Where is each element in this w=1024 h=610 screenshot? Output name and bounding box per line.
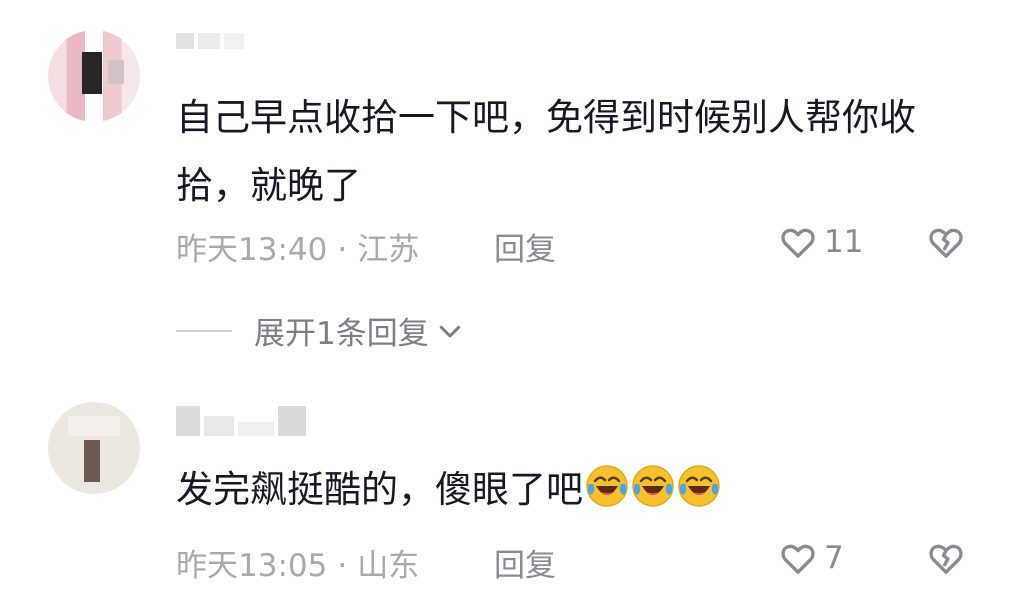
broken-heart-icon bbox=[929, 544, 963, 574]
comment-time: 昨天13:05 bbox=[176, 548, 328, 584]
heart-outline-icon bbox=[781, 544, 815, 574]
broken-heart-icon bbox=[929, 228, 963, 258]
comment-location: 山东 bbox=[357, 548, 420, 584]
comment-meta: 昨天13:40 · 江苏 bbox=[176, 224, 419, 269]
like-count: 7 bbox=[824, 540, 844, 576]
separator: · bbox=[337, 548, 348, 584]
dislike-button[interactable] bbox=[926, 538, 966, 582]
comment-time: 昨天13:40 bbox=[176, 232, 328, 268]
avatar-pixel bbox=[82, 52, 102, 94]
dislike-button[interactable] bbox=[926, 222, 966, 266]
reply-button[interactable]: 回复 bbox=[494, 224, 556, 269]
username-blurred[interactable] bbox=[176, 30, 248, 58]
expand-replies-label: 展开1条回复 bbox=[254, 316, 429, 352]
like-count: 11 bbox=[824, 224, 864, 260]
avatar-pixel bbox=[108, 60, 124, 84]
avatar-pixel bbox=[84, 440, 100, 482]
like-button[interactable]: 11 bbox=[778, 222, 863, 262]
comment-text-content: 发完飙挺酷的，傻眼了吧 bbox=[176, 468, 583, 511]
divider-line bbox=[176, 329, 232, 332]
expand-replies-button[interactable]: 展开1条回复 bbox=[176, 308, 465, 353]
heart-outline-icon bbox=[781, 228, 815, 258]
username-blurred[interactable] bbox=[176, 406, 310, 436]
laughing-crying-emoji bbox=[586, 465, 628, 507]
chevron-down-icon bbox=[439, 325, 460, 337]
laughing-crying-emoji bbox=[632, 465, 674, 507]
avatar[interactable] bbox=[48, 30, 140, 122]
comment-meta: 昨天13:05 · 山东 bbox=[176, 540, 419, 585]
laughing-crying-emoji bbox=[678, 465, 720, 507]
avatar[interactable] bbox=[48, 402, 140, 494]
like-button[interactable]: 7 bbox=[778, 538, 844, 578]
avatar-pixel bbox=[68, 416, 120, 436]
comment-text: 发完飙挺酷的，傻眼了吧 bbox=[176, 456, 966, 524]
comment-text: 自己早点收拾一下吧，免得到时候别人帮你收拾，就晚了 bbox=[176, 96, 916, 207]
reply-button[interactable]: 回复 bbox=[494, 540, 556, 585]
comment-location: 江苏 bbox=[357, 232, 420, 268]
separator: · bbox=[337, 232, 348, 268]
